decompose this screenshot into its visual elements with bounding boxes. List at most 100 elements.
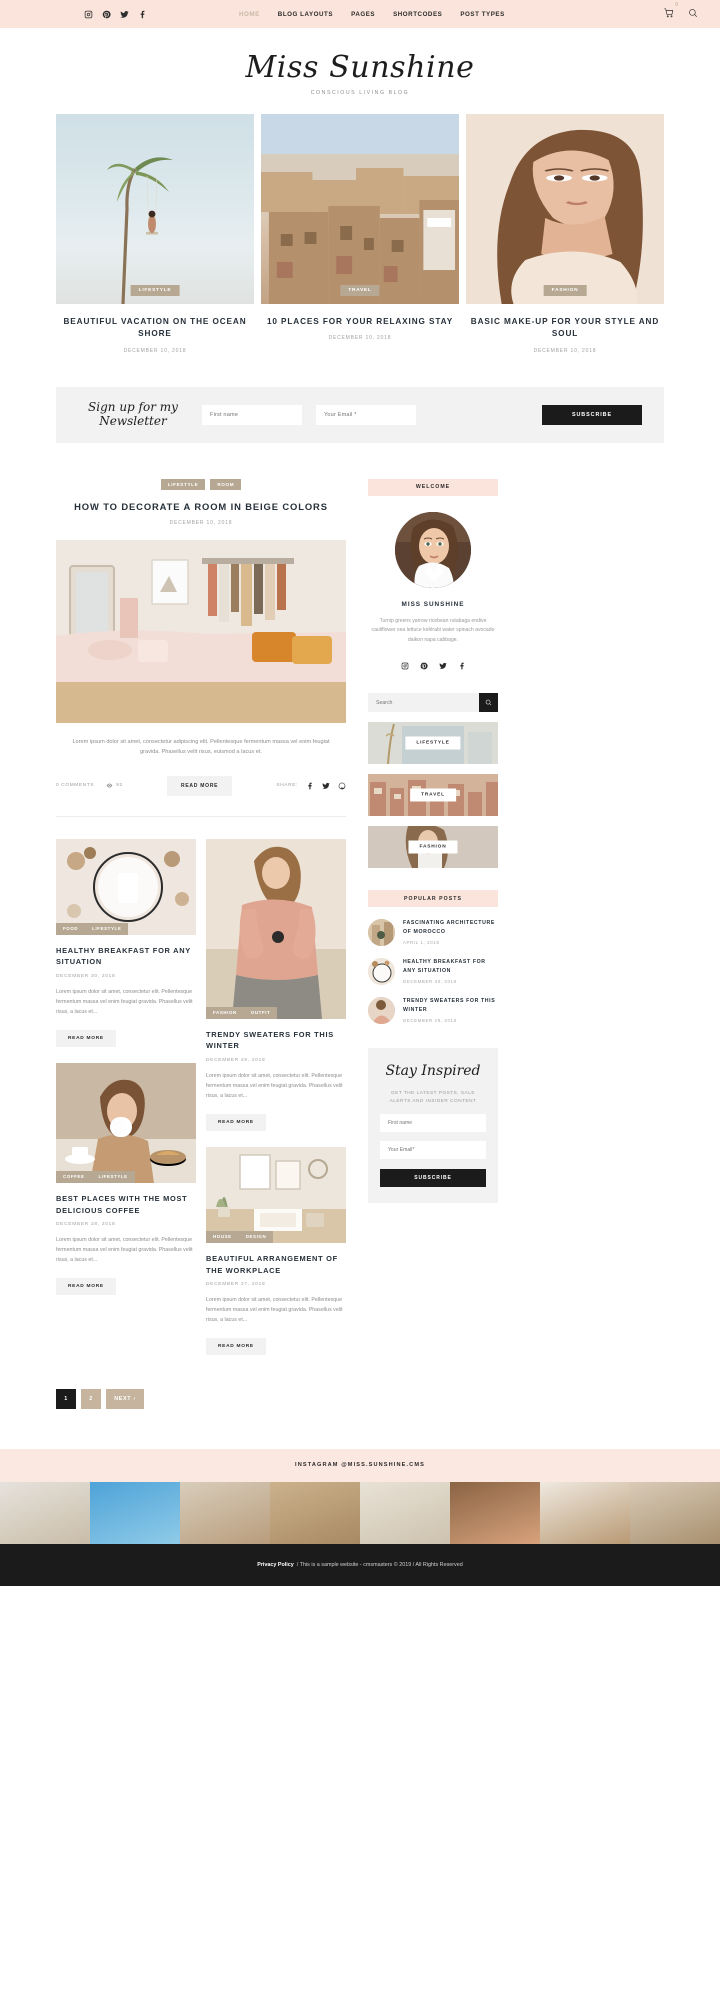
hero-cards: LIFESTYLE BEAUTIFUL VACATION ON THE OCEA… [0,113,720,354]
popular-post-thumb [368,919,395,947]
post-card-read-more-button[interactable]: READ MORE [206,1113,266,1131]
hero-card[interactable]: LIFESTYLE BEAUTIFUL VACATION ON THE OCEA… [56,113,254,354]
pagination-page-2[interactable]: 2 [81,1388,101,1409]
post-card[interactable]: FASHION OUTFIT TRENDY SWEATERS FOR THIS … [206,838,346,1131]
instagram-photo[interactable] [90,1481,180,1544]
cart-icon[interactable]: 0 [664,2,678,23]
post-card-image-wrap: FOOD LIFESTYLE [56,838,196,935]
footer-bar: Privacy Policy / This is a sample websit… [0,1543,720,1586]
post-card-tag[interactable]: LIFESTYLE [91,1170,135,1183]
instagram-icon[interactable] [84,10,93,19]
post-card-title[interactable]: BEAUTIFUL ARRANGEMENT OF THE WORKPLACE [206,1253,346,1277]
featured-read-more-button[interactable]: READ MORE [166,775,233,796]
comments-count[interactable]: 0 COMMENTS [56,783,94,788]
pagination-page-1[interactable]: 1 [56,1388,76,1409]
stay-inspired-email-input[interactable] [380,1141,486,1160]
hero-card[interactable]: FASHION BASIC MAKE-UP FOR YOUR STYLE AND… [466,113,664,354]
post-card-title[interactable]: TRENDY SWEATERS FOR THIS WINTER [206,1029,346,1053]
facebook-icon[interactable] [138,10,147,19]
hero-category-tag[interactable]: FASHION [543,284,587,296]
post-card-image [56,1062,196,1183]
instagram-photo[interactable] [540,1481,630,1544]
post-card-image-wrap: HOUSE DESIGN [206,1146,346,1243]
popular-post-image [368,919,395,947]
stay-inspired-first-name-input[interactable] [380,1114,486,1133]
instagram-photo[interactable] [270,1481,360,1544]
post-card-tag[interactable]: LIFESTYLE [85,922,129,935]
nav-item-post-types[interactable]: POST TYPES [460,11,504,18]
facebook-icon[interactable] [458,657,466,675]
instagram-photo[interactable] [180,1481,270,1544]
newsletter-first-name-input[interactable] [202,404,302,425]
instagram-icon[interactable] [401,657,409,675]
hero-category-tag[interactable]: LIFESTYLE [130,284,180,296]
search-icon[interactable] [688,5,698,23]
post-card-tags: COFFEE LIFESTYLE [56,1170,135,1183]
nav-item-home[interactable]: HOME [239,11,260,18]
popular-post-item[interactable]: FASCINATING ARCHITECTURE OF MOROCCO APRI… [368,919,498,947]
featured-post-title[interactable]: HOW TO DECORATE A ROOM IN BEIGE COLORS [56,501,346,512]
featured-post-image-wrap[interactable] [56,539,346,723]
post-card-tag[interactable]: OUTFIT [243,1006,278,1019]
category-tile-lifestyle[interactable]: LIFESTYLE [368,722,498,765]
post-card-read-more-button[interactable]: READ MORE [56,1029,116,1047]
privacy-policy-link[interactable]: Privacy Policy [257,1562,294,1568]
twitter-icon[interactable] [438,657,447,675]
post-card-read-more-button[interactable]: READ MORE [56,1277,116,1295]
category-tile-label[interactable]: FASHION [408,840,458,854]
newsletter-subscribe-button[interactable]: SUBSCRIBE [542,404,642,425]
site-logo[interactable]: Miss Sunshine [0,52,720,84]
newsletter-email-input[interactable] [316,404,416,425]
hero-title[interactable]: BEAUTIFUL VACATION ON THE OCEAN SHORE [56,316,254,341]
twitter-icon[interactable] [120,10,129,19]
topbar-actions: 0 [664,2,698,23]
post-card-excerpt: Lorem ipsum dolor sit amet, consectetur … [206,1297,343,1323]
hero-title[interactable]: BASIC MAKE-UP FOR YOUR STYLE AND SOUL [466,316,664,341]
instagram-photo[interactable] [630,1481,720,1544]
stay-inspired-subscribe-button[interactable]: SUBSCRIBE [380,1169,486,1188]
post-card[interactable]: COFFEE LIFESTYLE BEST PLACES WITH THE MO… [56,1062,196,1295]
facebook-icon[interactable] [306,777,314,795]
post-card-tag[interactable]: COFFEE [56,1170,92,1183]
pinterest-icon[interactable] [338,777,346,795]
search-input[interactable] [368,693,479,713]
instagram-photo[interactable] [0,1481,90,1544]
hero-card[interactable]: TRAVEL 10 PLACES FOR YOUR RELAXING STAY … [261,113,459,354]
pinterest-icon[interactable] [102,10,111,19]
popular-post-title[interactable]: TRENDY SWEATERS FOR THIS WINTER [403,997,498,1014]
pagination-next-button[interactable]: NEXT › [106,1388,144,1409]
post-card-tag[interactable]: DESIGN [238,1230,274,1243]
hero-date: DECEMBER 10, 2018 [328,335,392,342]
pinterest-icon[interactable] [420,657,428,675]
post-card-tag[interactable]: FOOD [56,922,86,935]
post-card-read-more-button[interactable]: READ MORE [206,1337,266,1355]
nav-item-pages[interactable]: PAGES [351,11,375,18]
welcome-widget-header: WELCOME [368,478,498,496]
nav-item-shortcodes[interactable]: SHORTCODES [393,11,442,18]
category-tile-fashion[interactable]: FASHION [368,826,498,869]
nav-item-blog-layouts[interactable]: BLOG LAYOUTS [278,11,333,18]
category-tile-label[interactable]: LIFESTYLE [405,736,461,750]
instagram-photo[interactable] [450,1481,540,1544]
post-card-tag[interactable]: HOUSE [206,1230,239,1243]
post-card[interactable]: HOUSE DESIGN BEAUTIFUL ARRANGEMENT OF TH… [206,1146,346,1355]
post-card[interactable]: FOOD LIFESTYLE HEALTHY BREAKFAST FOR ANY… [56,838,196,1047]
hero-title[interactable]: 10 PLACES FOR YOUR RELAXING STAY [261,316,459,329]
post-card-excerpt: Lorem ipsum dolor sit amet, consectetur … [56,1237,193,1263]
featured-tag[interactable]: LIFESTYLE [160,478,206,490]
post-card-title[interactable]: BEST PLACES WITH THE MOST DELICIOUS COFF… [56,1193,196,1217]
category-tile-travel[interactable]: TRAVEL [368,774,498,817]
popular-post-title[interactable]: FASCINATING ARCHITECTURE OF MOROCCO [403,919,498,936]
featured-tag[interactable]: ROOM [210,478,242,490]
post-card-title[interactable]: HEALTHY BREAKFAST FOR ANY SITUATION [56,945,196,969]
popular-post-title[interactable]: HEALTHY BREAKFAST FOR ANY SITUATION [403,958,498,975]
instagram-handle-bar[interactable]: INSTAGRAM @MISS.SUNSHINE.CMS [0,1448,720,1482]
twitter-icon[interactable] [322,777,330,795]
search-submit-button[interactable] [479,693,498,713]
hero-category-tag[interactable]: TRAVEL [340,284,380,296]
popular-post-item[interactable]: TRENDY SWEATERS FOR THIS WINTER DECEMBER… [368,997,498,1025]
post-card-tag[interactable]: FASHION [206,1006,244,1019]
popular-post-item[interactable]: HEALTHY BREAKFAST FOR ANY SITUATION DECE… [368,958,498,986]
instagram-photo[interactable] [360,1481,450,1544]
category-tile-label[interactable]: TRAVEL [410,788,456,802]
